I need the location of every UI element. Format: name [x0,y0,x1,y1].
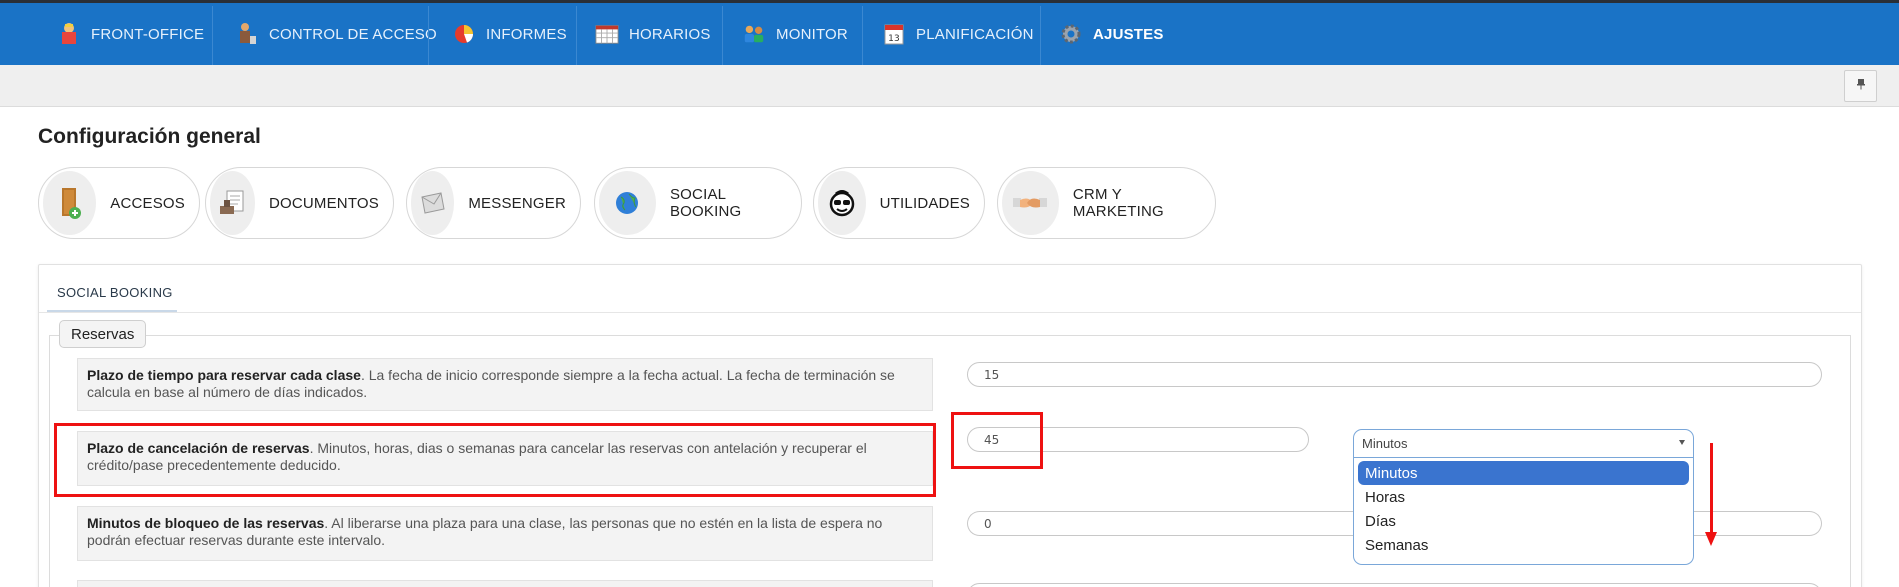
nav-separator [722,6,723,65]
sub-toolbar [0,65,1899,107]
nav-separator [576,6,577,65]
category-social-booking-label: SOCIAL BOOKING [669,186,742,220]
document-stamp-icon [210,171,255,235]
category-accesos[interactable]: ACCESOS [38,167,200,239]
nav-control-acceso[interactable]: CONTROL DE ACCESO [235,3,437,65]
category-documentos-label: DOCUMENTOS [268,194,379,212]
nav-horarios[interactable]: HORARIOS [595,3,711,65]
category-utilidades-label: UTILIDADES [879,194,970,212]
globe-icon [599,171,656,235]
calendar-13-icon: 13 [882,22,906,46]
nav-separator [428,6,429,65]
unit-option-horas[interactable]: Horas [1358,485,1689,509]
door-exit-icon [43,171,97,235]
pin-button[interactable] [1844,70,1877,102]
page-title: Configuración general [38,125,261,148]
row-plazo-reservar-description: Plazo de tiempo para reservar cada clase… [77,358,933,411]
row-plazo-reservar-title: Plazo de tiempo para reservar cada clase [87,367,361,383]
category-messenger-label: MESSENGER [468,194,566,212]
category-crm-marketing-label: CRM Y MARKETING [1072,186,1164,220]
cancelacion-unit-dropdown: Minutos Horas Días Semanas [1353,458,1694,565]
top-navigation-bar: FRONT-OFFICE CONTROL DE ACCESO INFORMES … [0,0,1899,75]
minutos-bloqueo-input[interactable]: 0 [967,511,1353,536]
nav-control-acceso-label: CONTROL DE ACCESO [269,25,437,43]
category-accesos-label: ACCESOS [110,194,185,212]
tab-social-booking[interactable]: SOCIAL BOOKING [57,285,173,300]
access-control-icon [235,22,259,46]
annotation-highlight-value [951,412,1043,469]
nav-front-office[interactable]: FRONT-OFFICE [57,3,204,65]
pie-chart-icon [452,22,476,46]
unit-option-semanas[interactable]: Semanas [1358,533,1689,557]
pin-icon [1855,77,1867,95]
nav-monitor[interactable]: MONITOR [742,3,848,65]
nav-monitor-label: MONITOR [776,25,848,43]
category-crm-marketing[interactable]: CRM Y MARKETING [997,167,1216,239]
gear-icon [1059,22,1083,46]
row-next-description [77,580,933,587]
category-messenger[interactable]: MESSENGER [406,167,581,239]
plazo-reservar-input[interactable]: 15 [967,362,1822,387]
annotation-arrow [1710,443,1713,536]
nav-separator [862,6,863,65]
nav-front-office-label: FRONT-OFFICE [91,25,205,43]
nav-horarios-label: HORARIOS [629,25,711,43]
unit-option-dias[interactable]: Días [1358,509,1689,533]
nav-ajustes-label: AJUSTES [1093,25,1164,43]
nav-ajustes[interactable]: AJUSTES [1059,3,1164,65]
category-social-booking[interactable]: SOCIAL BOOKING [594,167,802,239]
smiley-sunglasses-icon [818,171,866,235]
category-documentos[interactable]: DOCUMENTOS [205,167,394,239]
svg-text:13: 13 [888,34,900,44]
unit-option-minutos[interactable]: Minutos [1358,461,1689,485]
annotation-arrow-head [1705,532,1717,546]
nav-separator [1040,6,1041,65]
nav-separator [212,6,213,65]
cancelacion-unit-select[interactable]: Minutos [1353,429,1694,458]
handshake-icon [1002,171,1059,235]
front-office-person-icon [57,22,81,46]
row-minutos-bloqueo-title: Minutos de bloqueo de las reservas [87,515,325,531]
panel-divider [39,312,1861,313]
annotation-highlight-description [54,423,936,497]
cancelacion-unit-selected-label: Minutos [1362,436,1408,451]
calendar-grid-icon [595,22,619,46]
chevron-down-icon [1679,440,1685,445]
reservas-legend: Reservas [59,320,147,348]
people-group-icon [742,22,766,46]
row-minutos-bloqueo-description: Minutos de bloqueo de las reservas. Al l… [77,506,933,561]
nav-informes[interactable]: INFORMES [452,3,567,65]
envelope-icon [411,171,455,235]
category-utilidades[interactable]: UTILIDADES [813,167,985,239]
nav-informes-label: INFORMES [486,25,567,43]
nav-planificacion[interactable]: 13 PLANIFICACIÓN [882,3,1034,65]
nav-planificacion-label: PLANIFICACIÓN [916,25,1034,43]
next-row-input[interactable] [967,583,1822,587]
